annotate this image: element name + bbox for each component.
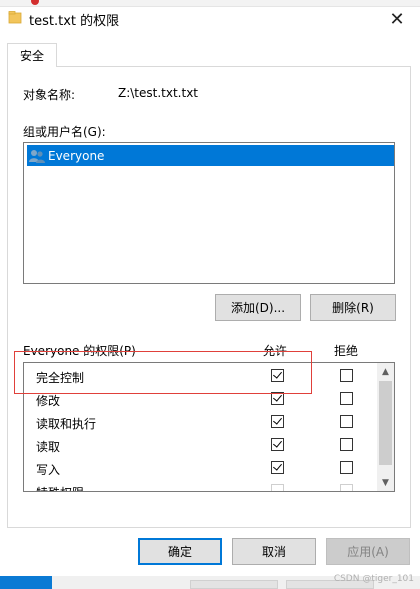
scroll-down-icon[interactable]: ▼ xyxy=(377,474,394,491)
permission-name: 完全控制 xyxy=(36,371,85,385)
permission-row-read-execute: 读取和执行 xyxy=(24,411,379,434)
permission-name: 读取和执行 xyxy=(36,417,97,431)
window-title: test.txt 的权限 xyxy=(29,14,120,29)
tab-security[interactable]: 安全 xyxy=(7,43,57,67)
allow-checkbox[interactable] xyxy=(271,415,284,428)
title-bar[interactable]: test.txt 的权限 ✕ xyxy=(0,6,420,32)
deny-checkbox[interactable] xyxy=(340,369,353,382)
deny-checkbox[interactable] xyxy=(340,415,353,428)
allow-checkbox[interactable] xyxy=(271,484,284,491)
close-icon: ✕ xyxy=(389,8,405,30)
users-icon xyxy=(29,150,45,163)
add-button[interactable]: 添加(D)... xyxy=(215,294,301,321)
permissions-list[interactable]: 完全控制 修改 读取和执行 读取 写入 特殊权限 xyxy=(23,362,395,492)
deny-checkbox[interactable] xyxy=(340,392,353,405)
permission-row-special: 特殊权限 xyxy=(24,480,379,491)
allow-checkbox[interactable] xyxy=(271,369,284,382)
background-app-icon xyxy=(31,0,39,5)
group-user-listbox[interactable]: Everyone xyxy=(23,142,395,284)
list-item-everyone[interactable]: Everyone xyxy=(27,145,394,166)
permission-name: 写入 xyxy=(36,463,61,477)
permission-name: 特殊权限 xyxy=(36,484,84,491)
allow-checkbox[interactable] xyxy=(271,392,284,405)
remove-button[interactable]: 删除(R) xyxy=(310,294,396,321)
permissions-scrollbar[interactable]: ▲ ▼ xyxy=(377,363,394,491)
taskbar-item xyxy=(190,580,278,589)
close-button[interactable]: ✕ xyxy=(374,6,420,32)
ok-button[interactable]: 确定 xyxy=(138,538,222,565)
object-name-label: 对象名称: xyxy=(23,88,76,102)
object-name-value: Z:\test.txt.txt xyxy=(118,86,199,100)
allow-checkbox[interactable] xyxy=(271,461,284,474)
apply-button[interactable]: 应用(A) xyxy=(326,538,410,565)
deny-checkbox[interactable] xyxy=(340,484,353,491)
allow-column-header: 允许 xyxy=(263,344,288,358)
cancel-button[interactable]: 取消 xyxy=(232,538,316,565)
scroll-thumb[interactable] xyxy=(379,381,392,465)
group-user-label: 组或用户名(G): xyxy=(23,125,106,139)
deny-checkbox[interactable] xyxy=(340,438,353,451)
allow-checkbox[interactable] xyxy=(271,438,284,451)
permission-row-write: 写入 xyxy=(24,457,379,480)
permissions-dialog: test.txt 的权限 ✕ 安全 对象名称: Z:\test.txt.txt … xyxy=(0,0,420,589)
permissions-header: Everyone 的权限(P) xyxy=(23,344,136,358)
tab-security-label: 安全 xyxy=(19,49,44,63)
deny-checkbox[interactable] xyxy=(340,461,353,474)
permission-row-modify: 修改 xyxy=(24,388,379,411)
permission-row-read: 读取 xyxy=(24,434,379,457)
taskbar-active-item xyxy=(0,576,52,589)
permission-row-full-control: 完全控制 xyxy=(24,365,379,388)
scroll-up-icon[interactable]: ▲ xyxy=(377,363,394,380)
permission-name: 读取 xyxy=(36,440,61,454)
deny-column-header: 拒绝 xyxy=(334,344,359,358)
list-item-label: Everyone xyxy=(48,149,105,163)
permission-name: 修改 xyxy=(36,394,61,408)
watermark: CSDN @tiger_101 xyxy=(333,574,414,584)
file-icon xyxy=(8,11,22,24)
